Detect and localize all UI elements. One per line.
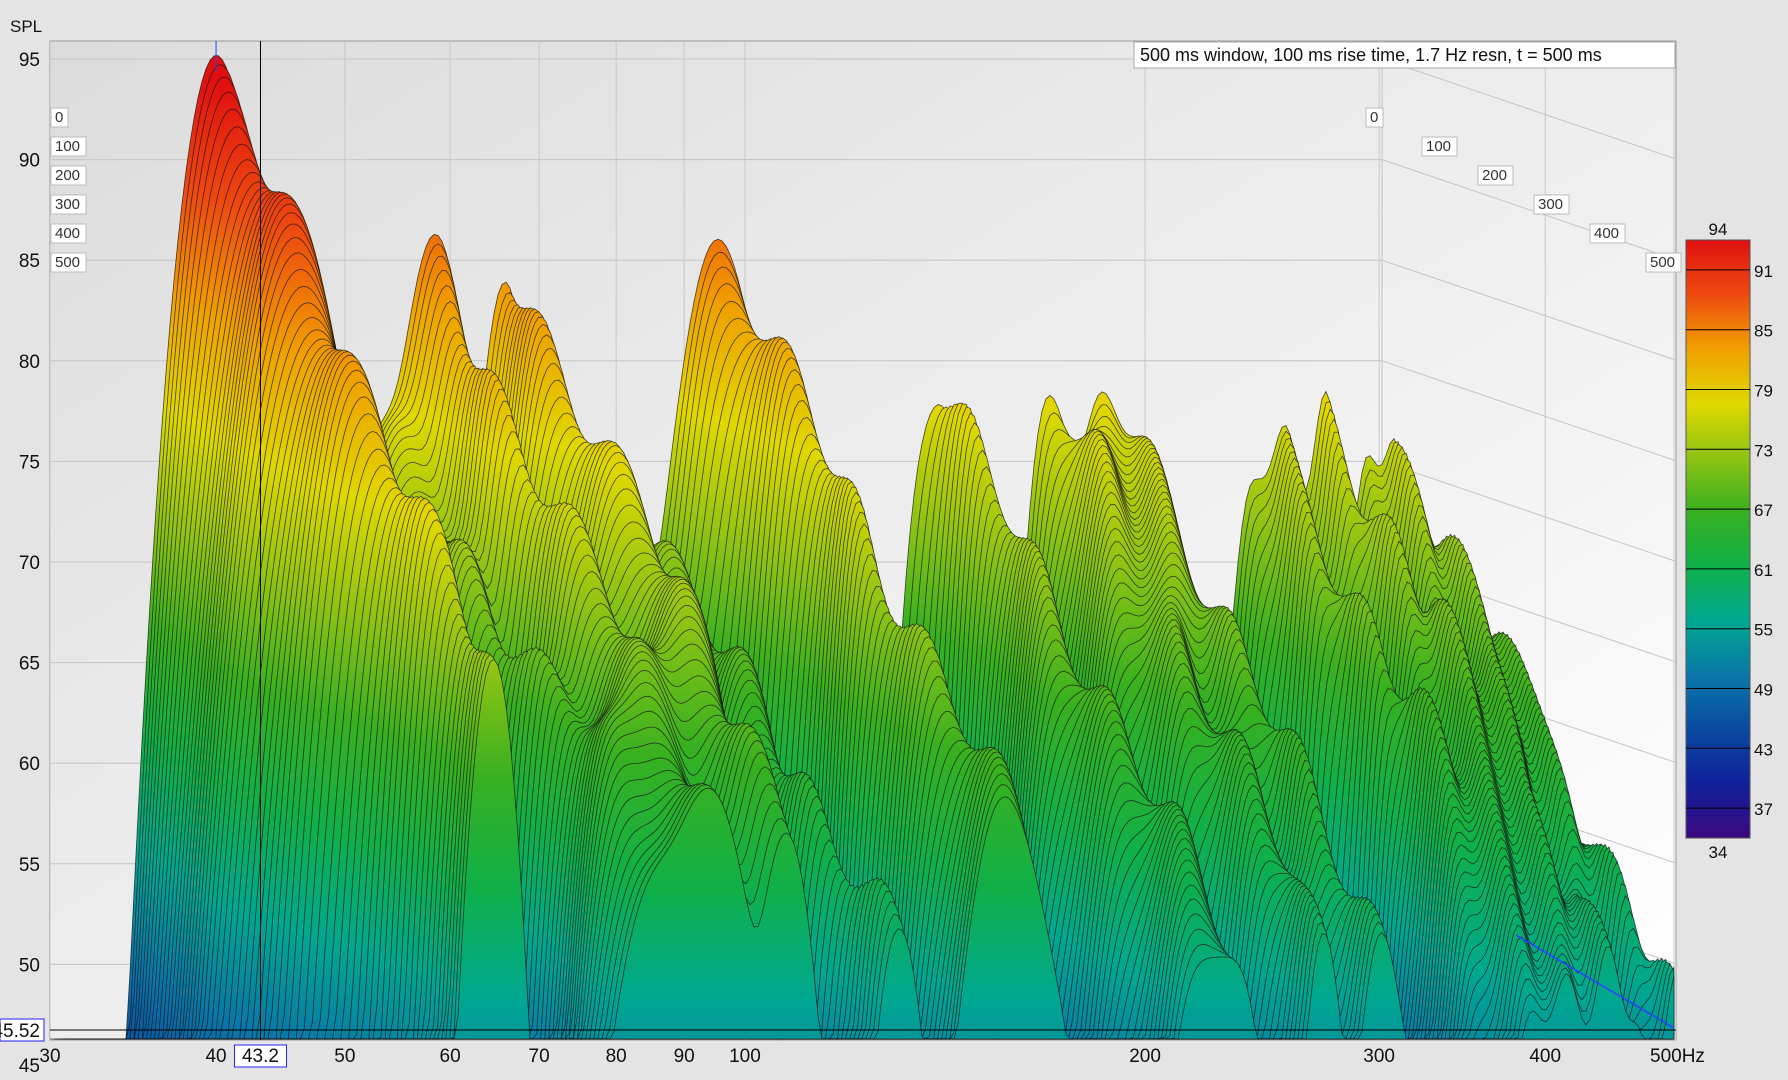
y-axis: 95 90 85 80 75 70 65 60 55 50 45 xyxy=(19,50,40,1077)
y-tick-label: 70 xyxy=(19,553,40,574)
x-tick-label: 500Hz xyxy=(1650,1046,1705,1067)
x-tick-label: 40 xyxy=(205,1046,226,1067)
x-tick-label: 90 xyxy=(674,1046,695,1067)
x-tick-label: 70 xyxy=(529,1046,550,1067)
y-tick-label: 95 xyxy=(19,50,40,71)
time-tick-label: 0 xyxy=(1370,109,1378,126)
x-tick-label: 100 xyxy=(729,1046,761,1067)
time-tick-label: 500 xyxy=(1650,254,1675,271)
y-tick-label: 85 xyxy=(19,251,40,272)
y-tick-label: 80 xyxy=(19,352,40,373)
time-tick-label: 400 xyxy=(1594,225,1619,242)
y-tick-label: 60 xyxy=(19,754,40,775)
x-tick-label: 400 xyxy=(1529,1046,1561,1067)
x-tick-label: 200 xyxy=(1129,1046,1161,1067)
time-tick-label: 0 xyxy=(55,109,63,126)
x-axis: 30 40 50 60 70 80 90 100 200 300 400 500Hz 43.2 xyxy=(39,1044,1705,1068)
colorbar-tick-label: 67 xyxy=(1754,501,1773,520)
cursor-freq-readout: 43.2 xyxy=(242,1046,279,1067)
y-tick-label: 55 xyxy=(19,855,40,876)
time-tick-label: 300 xyxy=(1538,196,1563,213)
colorbar-max-label: 94 xyxy=(1709,220,1728,239)
time-tick-label: 300 xyxy=(55,196,80,213)
time-tick-label: 200 xyxy=(1482,167,1507,184)
time-tick-label: 100 xyxy=(1426,138,1451,155)
y-tick-label: 75 xyxy=(19,452,40,473)
x-tick-label: 30 xyxy=(39,1046,60,1067)
time-tick-label: 200 xyxy=(55,167,80,184)
colorbar-min-label: 34 xyxy=(1709,843,1728,862)
y-tick-label: 45 xyxy=(19,1056,40,1077)
y-axis-label: SPL xyxy=(10,17,42,36)
colorbar-tick-label: 37 xyxy=(1754,800,1773,819)
colorbar: 94 34 91 85 79 73 67 61 55 49 43 37 xyxy=(1685,220,1773,862)
time-tick-label: 500 xyxy=(55,254,80,271)
x-tick-label: 300 xyxy=(1363,1046,1395,1067)
time-tick-label: 100 xyxy=(55,138,80,155)
colorbar-tick-label: 73 xyxy=(1754,441,1773,460)
colorbar-tick-label: 43 xyxy=(1754,740,1773,759)
colorbar-tick-label: 61 xyxy=(1754,561,1773,580)
y-tick-label: 90 xyxy=(19,151,40,172)
colorbar-tick-label: 49 xyxy=(1754,681,1773,700)
x-tick-label: 60 xyxy=(440,1046,461,1067)
colorbar-tick-label: 55 xyxy=(1754,621,1773,640)
x-tick-label: 50 xyxy=(334,1046,355,1067)
y-tick-label: 65 xyxy=(19,654,40,675)
y-tick-label: 50 xyxy=(19,955,40,976)
colorbar-tick-label: 85 xyxy=(1754,322,1773,341)
x-tick-label: 80 xyxy=(606,1046,627,1067)
cursor-spl-readout: 45.52 xyxy=(0,1021,40,1042)
time-tick-label: 400 xyxy=(55,225,80,242)
colorbar-tick-label: 91 xyxy=(1754,262,1773,281)
colorbar-tick-label: 79 xyxy=(1754,382,1773,401)
waterfall-chart[interactable]: 45.52 SPL 95 90 85 80 75 70 65 60 55 50 45 30 40 50 6… xyxy=(0,0,1788,1080)
chart-title: 500 ms window, 100 ms rise time, 1.7 Hz … xyxy=(1140,45,1602,65)
title-box: 500 ms window, 100 ms rise time, 1.7 Hz … xyxy=(1133,41,1676,69)
